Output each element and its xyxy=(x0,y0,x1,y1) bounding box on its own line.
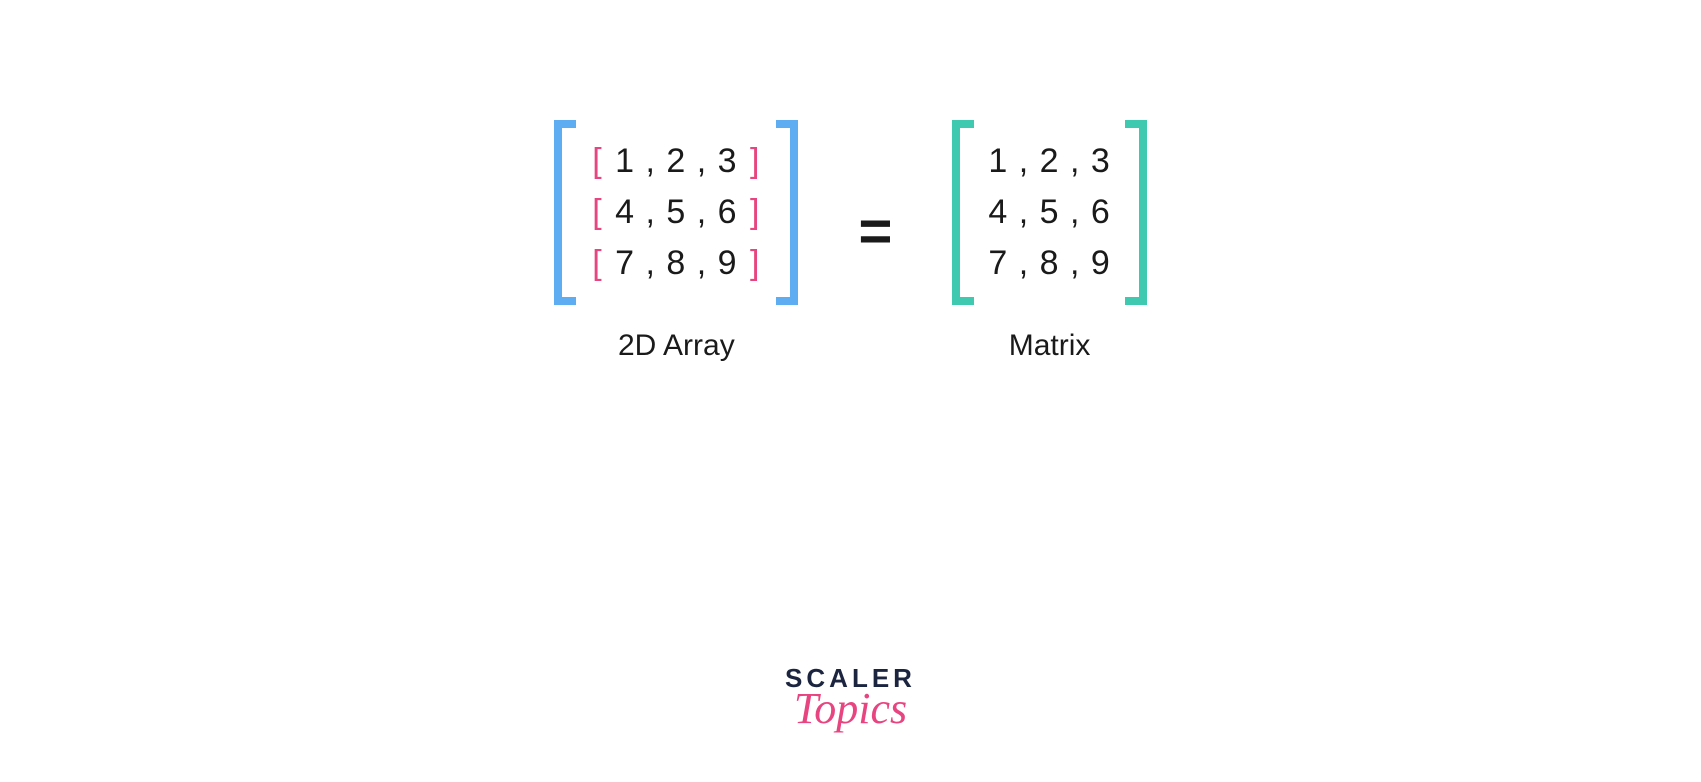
array-row-content: 1 , 2 , 3 xyxy=(605,142,748,181)
inner-left-bracket: [ xyxy=(590,193,604,232)
diagram-container: [ 1 , 2 , 3 ] [ 4 , 5 , 6 ] [ 7 , 8 , 9 … xyxy=(0,0,1701,363)
matrix-row-2: 7 , 8 , 9 xyxy=(988,244,1110,283)
array-left-bracket xyxy=(554,120,576,305)
matrix-rows: 1 , 2 , 3 4 , 5 , 6 7 , 8 , 9 xyxy=(974,120,1124,305)
array-rows: [ 1 , 2 , 3 ] [ 4 , 5 , 6 ] [ 7 , 8 , 9 … xyxy=(576,120,776,305)
array-row-2: [ 7 , 8 , 9 ] xyxy=(590,244,762,283)
matrix-row-content: 4 , 5 , 6 xyxy=(988,193,1110,232)
matrix-right-bracket xyxy=(1125,120,1147,305)
inner-right-bracket: ] xyxy=(748,244,762,283)
array-row-0: [ 1 , 2 , 3 ] xyxy=(590,142,762,181)
inner-left-bracket: [ xyxy=(590,244,604,283)
matrix-caption: Matrix xyxy=(1009,329,1091,363)
matrix-row-content: 1 , 2 , 3 xyxy=(988,142,1110,181)
scaler-topics-logo: SCALER Topics xyxy=(785,668,916,722)
inner-right-bracket: ] xyxy=(748,142,762,181)
matrix-row-1: 4 , 5 , 6 xyxy=(988,193,1110,232)
inner-left-bracket: [ xyxy=(590,142,604,181)
equals-sign: = xyxy=(858,198,892,265)
inner-right-bracket: ] xyxy=(748,193,762,232)
array-caption: 2D Array xyxy=(618,329,735,363)
matrix-block: 1 , 2 , 3 4 , 5 , 6 7 , 8 , 9 Matrix xyxy=(952,120,1146,363)
array-right-bracket xyxy=(776,120,798,305)
array-row-content: 7 , 8 , 9 xyxy=(605,244,748,283)
matrix-bracket-wrapper: 1 , 2 , 3 4 , 5 , 6 7 , 8 , 9 xyxy=(952,120,1146,305)
array-row-1: [ 4 , 5 , 6 ] xyxy=(590,193,762,232)
matrix-row-content: 7 , 8 , 9 xyxy=(988,244,1110,283)
array-row-content: 4 , 5 , 6 xyxy=(605,193,748,232)
logo-line2: Topics xyxy=(794,691,907,726)
array-block: [ 1 , 2 , 3 ] [ 4 , 5 , 6 ] [ 7 , 8 , 9 … xyxy=(554,120,798,363)
matrix-left-bracket xyxy=(952,120,974,305)
matrix-row-0: 1 , 2 , 3 xyxy=(988,142,1110,181)
array-bracket-wrapper: [ 1 , 2 , 3 ] [ 4 , 5 , 6 ] [ 7 , 8 , 9 … xyxy=(554,120,798,305)
